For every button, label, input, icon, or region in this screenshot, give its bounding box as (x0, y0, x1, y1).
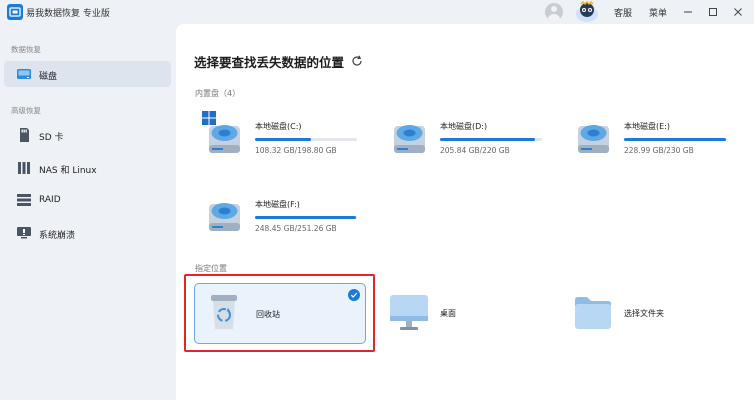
drive-name: 本地磁盘(D:) (440, 122, 488, 131)
windows-icon (202, 110, 216, 125)
drive-name: 本地磁盘(F:) (255, 200, 300, 209)
sidebar-item-disk[interactable]: 磁盘 (4, 61, 171, 87)
sd-card-icon (16, 127, 32, 143)
drive-size: 205.84 GB/220 GB (440, 146, 510, 155)
title-bar: 易我数据恢复 专业版 客服 菜单 (0, 0, 754, 24)
system-crash-icon (16, 225, 32, 241)
drive-usage-bar (624, 138, 726, 141)
drive-c[interactable]: 本地磁盘(C:) 108.32 GB/198.80 GB (202, 111, 388, 177)
sidebar: 数据恢复 磁盘 高级恢复 SD 卡 NAS 和 Linux RAID 系统崩溃 (0, 24, 176, 400)
drive-usage-fill (255, 138, 311, 141)
nas-icon (16, 160, 32, 176)
section-label-advanced-recovery: 高级恢复 (11, 106, 41, 115)
close-icon[interactable] (730, 4, 746, 20)
avatar[interactable] (545, 3, 563, 21)
mascot-icon[interactable] (574, 1, 600, 23)
raid-icon (16, 192, 32, 208)
page-title: 选择要查找丢失数据的位置 (194, 55, 345, 70)
support-button[interactable]: 客服 (614, 6, 632, 19)
drive-name: 本地磁盘(C:) (255, 122, 302, 131)
sidebar-item-nas[interactable]: NAS 和 Linux (4, 155, 171, 181)
check-icon (348, 289, 360, 301)
desktop-icon (389, 294, 429, 332)
location-desktop[interactable]: 桌面 (389, 294, 539, 354)
location-recycle-bin[interactable]: 回收站 (194, 283, 366, 344)
location-name: 桌面 (440, 309, 456, 318)
drive-usage-fill (624, 138, 726, 141)
hard-drive-icon (577, 117, 611, 155)
maximize-icon[interactable] (705, 4, 721, 20)
drive-size: 228.99 GB/230 GB (624, 146, 694, 155)
sidebar-item-system-crash[interactable]: 系统崩溃 (4, 220, 171, 246)
main-panel: 选择要查找丢失数据的位置 内置盘（4） 本地磁盘(C:) 108.32 GB/1… (176, 24, 754, 400)
section-label-data-recovery: 数据恢复 (11, 45, 41, 54)
app-title: 易我数据恢复 专业版 (26, 9, 110, 19)
app-logo-icon (7, 4, 23, 20)
sidebar-item-label: RAID (39, 195, 61, 205)
refresh-icon[interactable] (351, 52, 363, 66)
drive-usage-bar (440, 138, 542, 141)
location-name: 选择文件夹 (624, 309, 664, 318)
internal-drives-label: 内置盘（4） (195, 89, 241, 98)
sidebar-item-label: SD 卡 (39, 133, 64, 143)
menu-button[interactable]: 菜单 (649, 6, 667, 19)
folder-icon (574, 296, 612, 330)
location-name: 回收站 (256, 310, 280, 319)
sidebar-item-label: 磁盘 (39, 72, 58, 82)
sidebar-item-label: NAS 和 Linux (39, 166, 97, 176)
recycle-bin-icon (209, 294, 239, 330)
drive-usage-fill (255, 216, 356, 219)
drive-d[interactable]: 本地磁盘(D:) 205.84 GB/220 GB (393, 117, 573, 177)
drive-size: 108.32 GB/198.80 GB (255, 146, 337, 155)
location-select-folder[interactable]: 选择文件夹 (574, 294, 724, 354)
sidebar-item-sd-card[interactable]: SD 卡 (4, 122, 171, 148)
drive-e[interactable]: 本地磁盘(E:) 228.99 GB/230 GB (577, 117, 754, 177)
drive-f[interactable]: 本地磁盘(F:) 248.45 GB/251.26 GB (208, 195, 388, 255)
disk-icon (16, 66, 32, 82)
minimize-icon[interactable] (680, 4, 696, 20)
drive-size: 248.45 GB/251.26 GB (255, 224, 337, 233)
hard-drive-icon (208, 195, 242, 233)
drive-usage-bar (255, 138, 357, 141)
drive-name: 本地磁盘(E:) (624, 122, 670, 131)
specific-location-label: 指定位置 (195, 264, 227, 273)
sidebar-item-label: 系统崩溃 (39, 231, 76, 241)
drive-usage-fill (440, 138, 536, 141)
drive-usage-bar (255, 216, 357, 219)
sidebar-item-raid[interactable]: RAID (4, 187, 171, 213)
hard-drive-icon (393, 117, 427, 155)
